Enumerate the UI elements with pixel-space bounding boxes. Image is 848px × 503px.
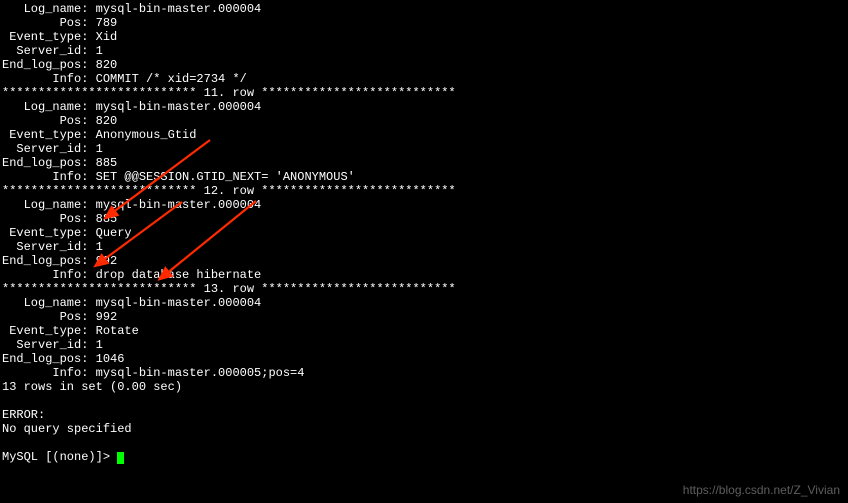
output-line: End_log_pos: 820 [0,58,848,72]
cursor-icon [117,452,124,464]
output-line: Info: drop database hibernate [0,268,848,282]
output-line: *************************** 13. row ****… [0,282,848,296]
output-line: Server_id: 1 [0,142,848,156]
error-line: ERROR: [0,408,848,422]
output-line: Log_name: mysql-bin-master.000004 [0,296,848,310]
output-line: 13 rows in set (0.00 sec) [0,380,848,394]
output-line: Server_id: 1 [0,44,848,58]
error-line: No query specified [0,422,848,436]
output-line: Log_name: mysql-bin-master.000004 [0,2,848,16]
output-line: Pos: 992 [0,310,848,324]
output-line: *************************** 12. row ****… [0,184,848,198]
output-line: End_log_pos: 1046 [0,352,848,366]
output-line: Info: mysql-bin-master.000005;pos=4 [0,366,848,380]
output-line: Event_type: Xid [0,30,848,44]
output-line: Info: SET @@SESSION.GTID_NEXT= 'ANONYMOU… [0,170,848,184]
output-line: Event_type: Query [0,226,848,240]
output-line: Log_name: mysql-bin-master.000004 [0,100,848,114]
output-line: *************************** 11. row ****… [0,86,848,100]
output-line: Pos: 820 [0,114,848,128]
mysql-prompt[interactable]: MySQL [(none)]> [0,450,848,464]
output-line: Info: COMMIT /* xid=2734 */ [0,72,848,86]
output-line: End_log_pos: 992 [0,254,848,268]
output-line: End_log_pos: 885 [0,156,848,170]
prompt-text: MySQL [(none)]> [2,450,117,464]
output-line: Server_id: 1 [0,240,848,254]
output-line: Pos: 885 [0,212,848,226]
output-line: Log_name: mysql-bin-master.000004 [0,198,848,212]
terminal-error: ERROR:No query specified [0,408,848,436]
output-line: Event_type: Anonymous_Gtid [0,128,848,142]
output-line: Pos: 789 [0,16,848,30]
watermark: https://blog.csdn.net/Z_Vivian [683,483,840,497]
output-line: Event_type: Rotate [0,324,848,338]
output-line: Server_id: 1 [0,338,848,352]
terminal-output: Log_name: mysql-bin-master.000004 Pos: 7… [0,2,848,394]
